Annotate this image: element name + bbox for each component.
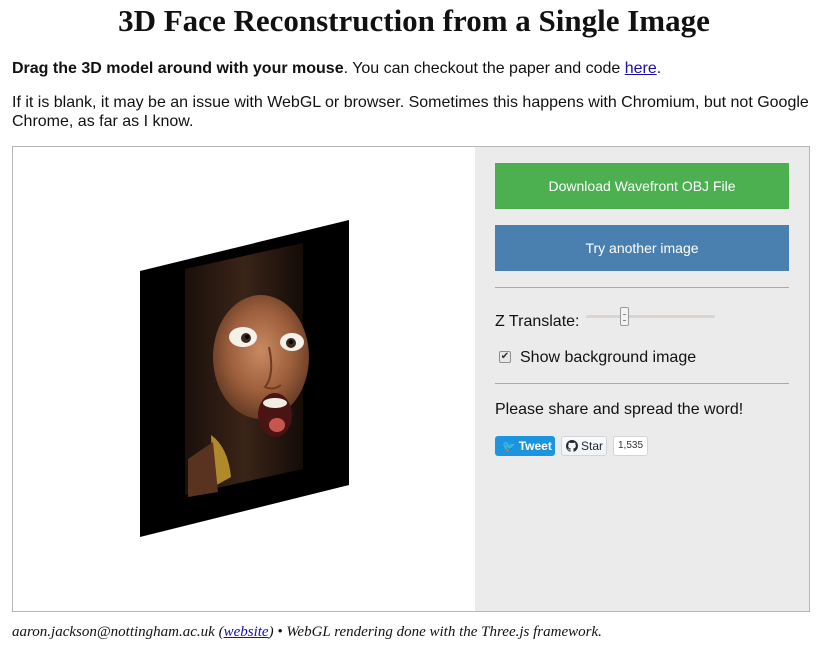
twitter-bird-icon: 🐦 <box>502 441 516 453</box>
z-translate-slider-thumb[interactable] <box>620 307 629 326</box>
page-title: 3D Face Reconstruction from a Single Ima… <box>118 3 710 38</box>
z-translate-slider[interactable] <box>586 315 715 318</box>
paper-code-link[interactable]: here <box>625 60 657 77</box>
divider <box>495 287 789 288</box>
footer-credits: • WebGL rendering done with the Three.js… <box>273 624 602 640</box>
star-label: Star <box>581 439 604 453</box>
controls-panel: Download Wavefront OBJ File Try another … <box>475 147 809 611</box>
intro-paragraph: Drag the 3D model around with your mouse… <box>12 59 822 79</box>
show-background-label[interactable]: Show background image <box>520 349 696 367</box>
star-count[interactable]: 1,535 <box>613 436 648 456</box>
try-another-image-button[interactable]: Try another image <box>495 225 789 271</box>
tweet-button[interactable]: 🐦 Tweet <box>495 436 555 456</box>
divider <box>495 383 789 384</box>
tweet-label: Tweet <box>518 439 552 453</box>
footer-email: aaron.jackson@nottingham.ac.uk <box>12 624 215 640</box>
z-translate-label: Z Translate: <box>495 313 580 330</box>
github-star-button[interactable]: Star <box>561 436 607 456</box>
app-frame: Download Wavefront OBJ File Try another … <box>12 146 810 612</box>
download-obj-button[interactable]: Download Wavefront OBJ File <box>495 163 789 209</box>
intro-end: . <box>656 60 662 77</box>
show-background-checkbox[interactable]: ✔ <box>499 351 511 363</box>
github-icon <box>566 440 578 452</box>
face-model-render[interactable] <box>13 147 475 611</box>
website-link[interactable]: website <box>224 624 269 640</box>
intro-bold-text: Drag the 3D model around with your mouse <box>12 60 344 77</box>
share-text: Please share and spread the word! <box>495 401 744 418</box>
intro-text: . You can checkout the paper and code <box>343 60 625 77</box>
footer-paren-open: ( <box>214 624 224 640</box>
face-surface <box>213 295 309 419</box>
footer: aaron.jackson@nottingham.ac.uk (website)… <box>12 624 602 641</box>
webgl-note: If it is blank, it may be an issue with … <box>12 94 809 130</box>
3d-viewer-canvas[interactable] <box>13 147 475 611</box>
